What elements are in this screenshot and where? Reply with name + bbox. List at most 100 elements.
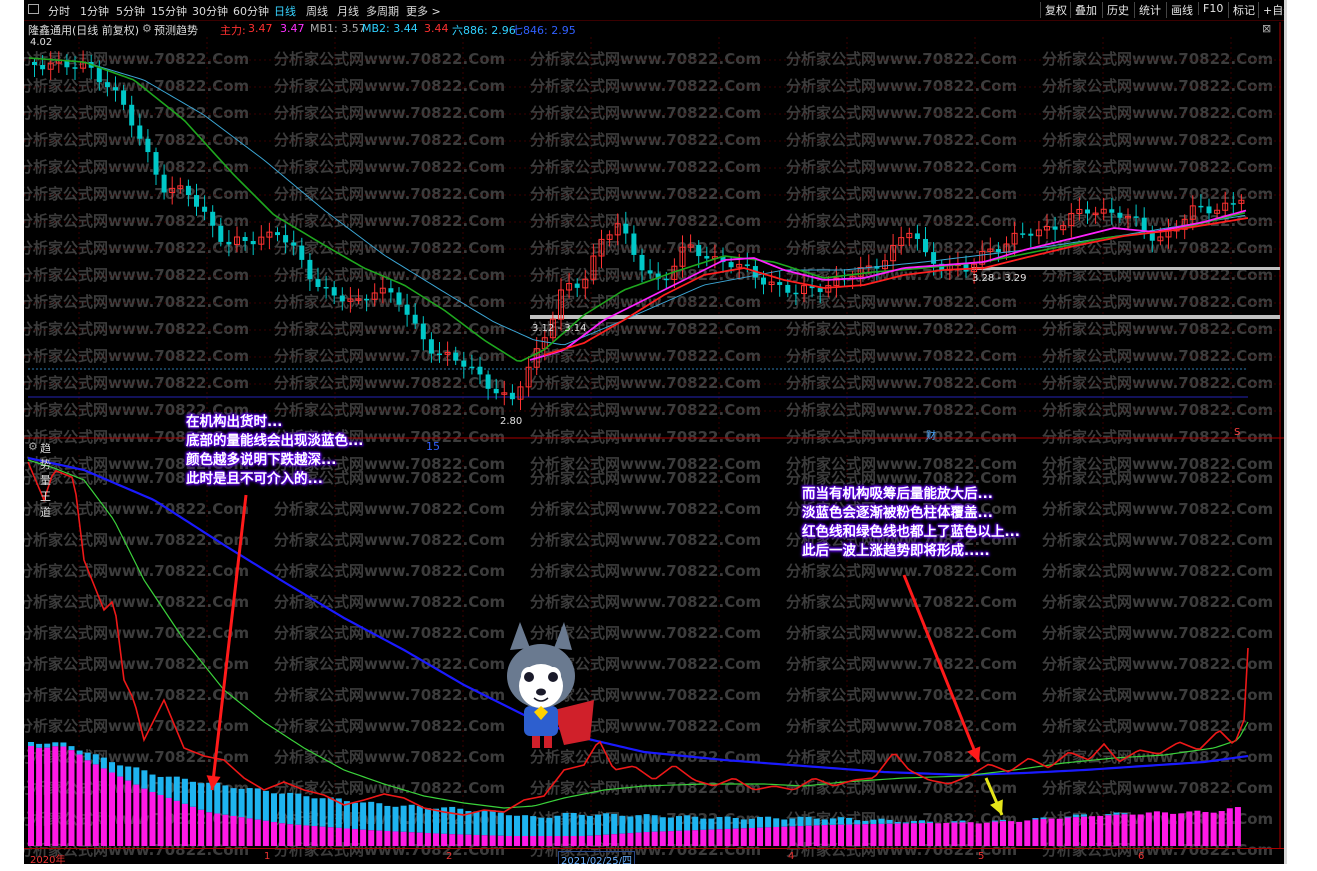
volume-bar-cyan: [246, 788, 253, 819]
volume-bar-pink: [951, 822, 958, 846]
volume-bar-pink: [408, 832, 415, 846]
volume-bar-pink: [983, 822, 990, 846]
volume-bar-cyan: [821, 819, 828, 826]
volume-bar-pink: [732, 828, 739, 846]
volume-bar-pink: [44, 747, 51, 846]
ma-red-line: [543, 217, 1249, 356]
zone-label-2: 3.28 - 3.29: [972, 273, 1027, 284]
candle-body: [1198, 205, 1204, 208]
volume-bar-pink: [838, 824, 844, 846]
candle-body: [210, 211, 216, 226]
low-price-label: 2.80: [500, 416, 523, 427]
candle-body: [1109, 209, 1115, 213]
volume-bar-pink: [821, 825, 828, 846]
candle-body: [364, 298, 370, 301]
volume-bar-cyan: [692, 816, 699, 831]
volume-bar-pink: [368, 830, 375, 846]
candle-body: [72, 67, 78, 69]
candle-body: [793, 292, 799, 295]
volume-bar-cyan: [765, 816, 772, 828]
volume-bar-pink: [1024, 820, 1031, 846]
volume-bar-pink: [133, 784, 140, 846]
volume-bar-pink: [416, 832, 423, 846]
volume-bar-pink: [441, 833, 448, 846]
s-marker[interactable]: S: [1234, 427, 1240, 438]
volume-bar-cyan: [959, 820, 966, 823]
volume-bar-cyan: [52, 742, 59, 747]
volume-bar-pink: [1105, 815, 1112, 846]
volume-bar-cyan: [1040, 817, 1047, 820]
volume-bar-pink: [829, 824, 836, 846]
volume-bar-cyan: [165, 776, 172, 798]
volume-bar-cyan: [360, 802, 367, 830]
candle-body: [420, 323, 426, 340]
volume-bar-cyan: [643, 814, 650, 833]
volume-bar-cyan: [295, 793, 302, 825]
volume-bar-pink: [651, 831, 658, 846]
volume-bar-pink: [198, 809, 205, 846]
finance-marker[interactable]: 财: [926, 427, 936, 442]
volume-bar-cyan: [287, 792, 294, 825]
volume-bar-cyan: [789, 818, 796, 827]
volume-bar-pink: [595, 835, 601, 846]
volume-bar-pink: [1129, 814, 1136, 846]
volume-bar-cyan: [376, 803, 383, 831]
volume-bar-cyan: [368, 801, 375, 831]
candle-body: [574, 283, 580, 288]
volume-bar-pink: [854, 824, 861, 846]
xaxis-label: 5: [978, 851, 985, 862]
volume-bar-pink: [724, 828, 731, 846]
volume-bar-pink: [1210, 812, 1217, 846]
volume-bar-pink: [765, 827, 772, 846]
volume-bar-pink: [538, 836, 545, 846]
mascot-part: [554, 622, 572, 650]
volume-bar-cyan: [919, 820, 925, 824]
volume-bar-pink: [927, 822, 934, 846]
candle-body: [761, 277, 766, 285]
volume-bar-pink: [1097, 815, 1104, 846]
volume-bar-pink: [1032, 819, 1039, 846]
candle-body: [129, 104, 135, 126]
volume-bar-pink: [360, 829, 367, 846]
volume-bar-pink: [173, 800, 180, 846]
volume-bar-pink: [530, 836, 537, 846]
candle-body: [477, 366, 483, 375]
volume-bar-cyan: [352, 802, 358, 830]
volume-bar-pink: [481, 835, 488, 846]
volume-bar-pink: [92, 764, 99, 846]
candle-body: [485, 374, 491, 389]
candle-body: [744, 264, 750, 267]
candle-body: [631, 233, 637, 255]
volume-bar-cyan: [910, 820, 917, 824]
volume-bar-pink: [376, 830, 383, 846]
candle-body: [339, 295, 345, 302]
volume-bar-cyan: [748, 818, 755, 829]
volume-bar-pink: [1137, 814, 1144, 846]
volume-bar-pink: [1170, 813, 1177, 846]
mascot-part: [532, 736, 540, 748]
candle-body: [963, 264, 969, 272]
panel-gear-icon[interactable]: ⚙: [28, 440, 38, 453]
volume-bar-cyan: [173, 776, 180, 801]
volume-bar-pink: [1016, 821, 1023, 846]
candle-body: [323, 286, 329, 289]
candle-body: [639, 254, 645, 271]
candle-body: [914, 233, 920, 239]
candle-body: [40, 65, 46, 70]
volume-bar-pink: [1008, 821, 1015, 846]
trend-red-line: [27, 461, 1249, 816]
candle-body: [137, 125, 143, 139]
volume-bar-pink: [1153, 811, 1160, 846]
volume-bar-cyan: [708, 818, 715, 830]
candle-body: [1020, 233, 1026, 235]
volume-bar-pink: [449, 834, 456, 846]
volume-bar-pink: [497, 835, 504, 846]
candle-body: [242, 236, 248, 241]
volume-bar-pink: [433, 833, 439, 846]
volume-bar-cyan: [595, 814, 601, 836]
volume-bar-cyan: [400, 805, 407, 832]
volume-bar-cyan: [740, 819, 747, 829]
volume-bar-pink: [684, 830, 691, 846]
candle-body: [696, 244, 702, 257]
candle-body: [226, 241, 232, 245]
